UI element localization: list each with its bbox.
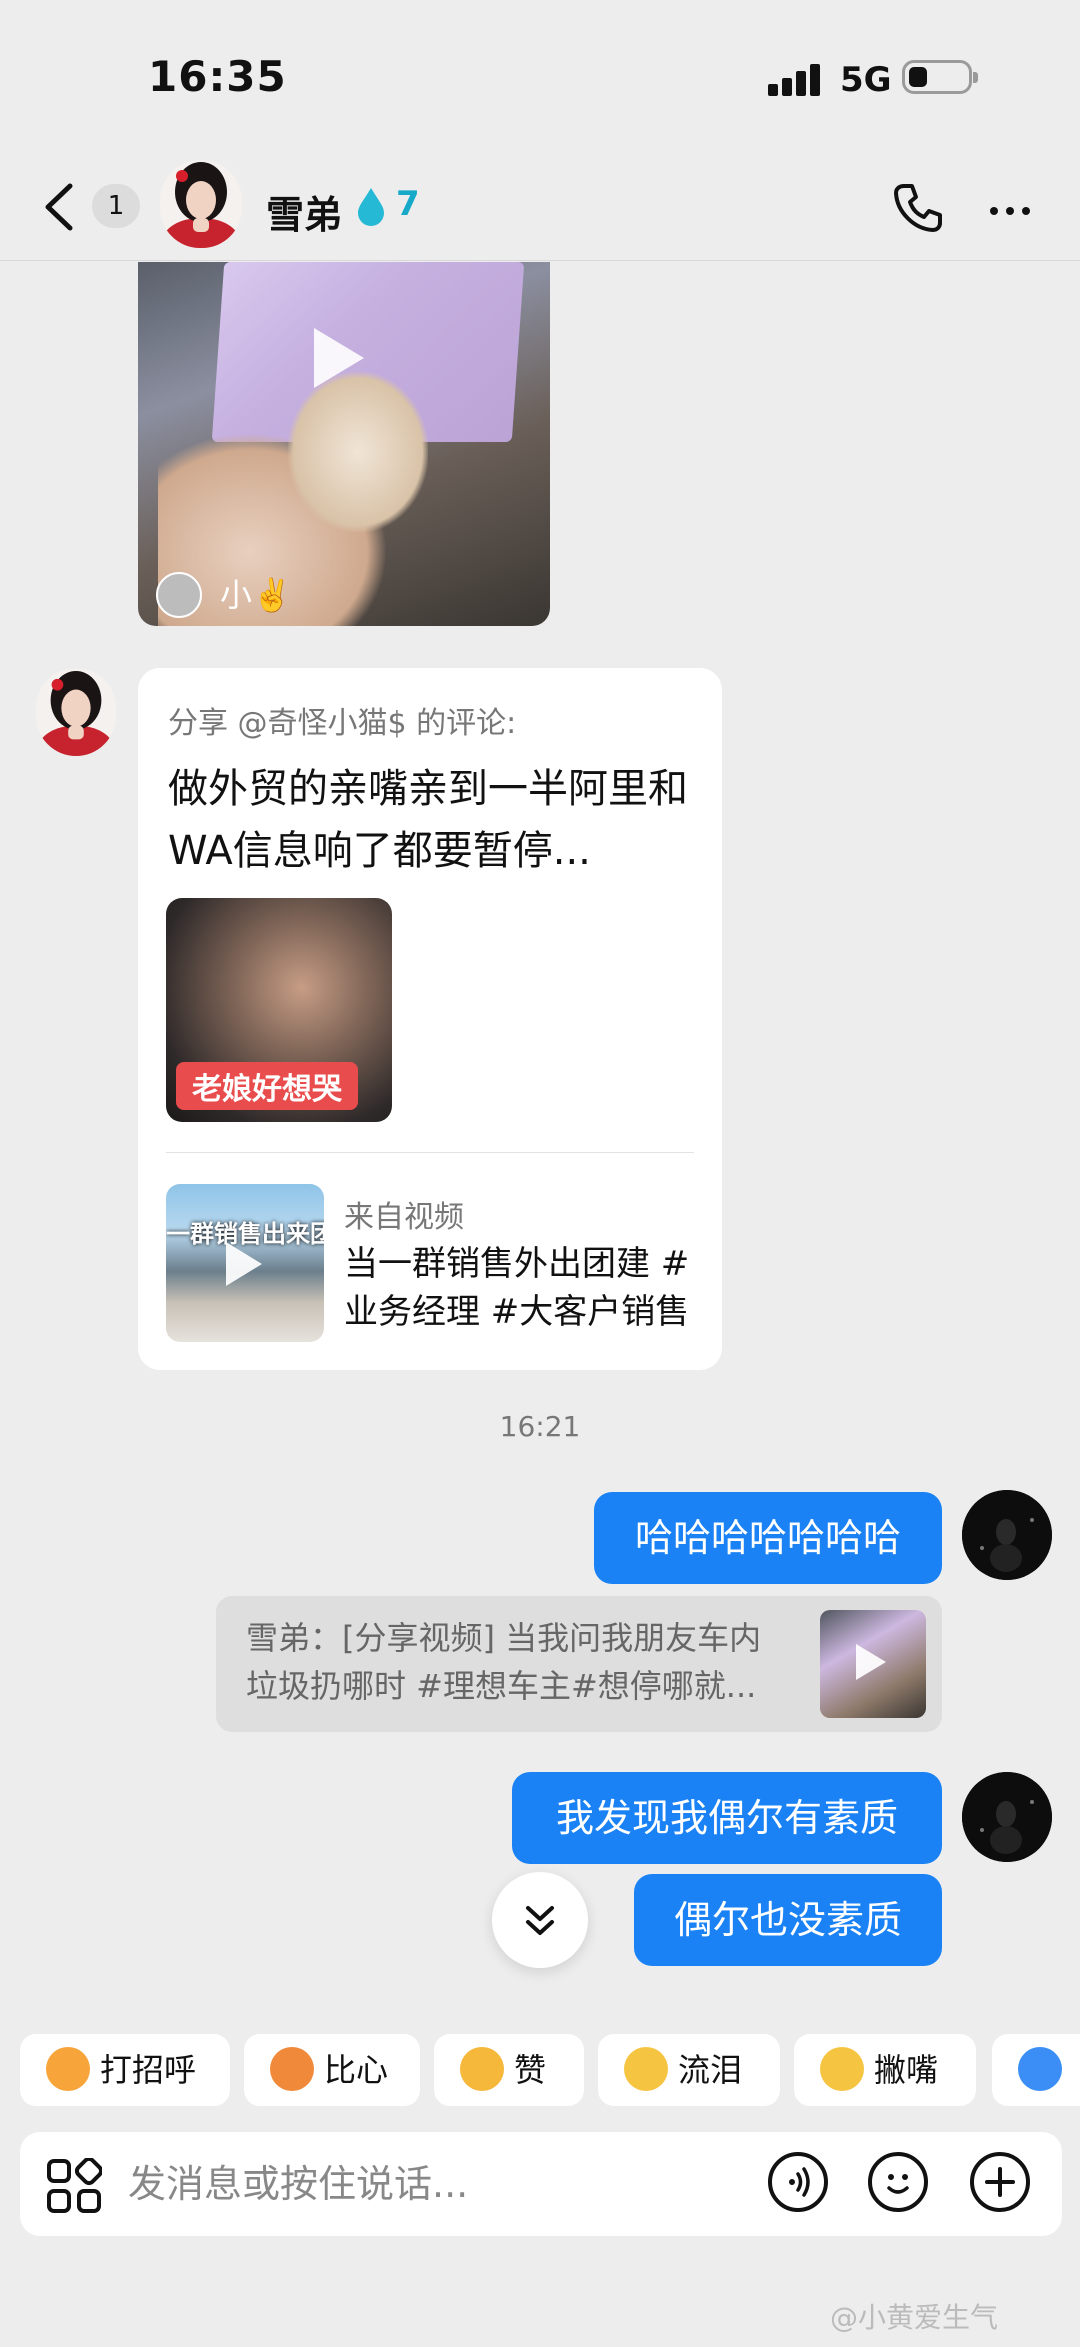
share-comment-thumbnail[interactable]: 老娘好想哭 [166,898,392,1122]
back-icon[interactable] [40,182,80,232]
quick-reply-label: 流泪 [678,2051,743,2089]
play-icon [856,1644,886,1680]
quick-reply-label: 打招呼 [100,2051,197,2089]
thumbs-up-icon [460,2047,504,2091]
watermark: @小黄爱生气 [830,2301,999,2334]
quick-reply-like[interactable]: 赞 [434,2034,584,2106]
quick-reply-cry[interactable]: 流泪 [598,2034,780,2106]
crying-face-icon [624,2047,668,2091]
quick-reply-heart[interactable]: 比心 [244,2034,420,2106]
battery-icon [902,60,978,94]
quick-reply-more[interactable] [992,2034,1080,2106]
sender-avatar[interactable] [36,668,116,756]
voice-wave-icon [789,2167,810,2197]
voice-button[interactable] [768,2152,828,2212]
heart-hand-icon [270,2047,314,2091]
phone-call-icon[interactable] [892,182,944,234]
play-icon [314,328,364,388]
source-label: 来自视频 [344,1200,464,1235]
message-input-bar: 发消息或按住说话... [20,2132,1062,2236]
plus-icon [985,2167,1015,2197]
add-button[interactable] [970,2152,1030,2212]
shared-comment-card[interactable]: 分享 @奇怪小猫$ 的评论: 做外贸的亲嘴亲到一半阿里和WA信息响了都要暂停..… [138,668,722,1370]
quick-reply-pout[interactable]: 撇嘴 [794,2034,976,2106]
quick-reply-label: 撇嘴 [874,2051,939,2089]
divider [166,1152,694,1153]
fire-streak-icon [358,188,384,226]
source-video-thumbnail[interactable]: 一群销售出来团建 [166,1184,324,1342]
quick-reply-label: 比心 [324,2051,389,2089]
quoted-message[interactable]: 雪弟：[分享视频] 当我问我朋友车内垃圾扔哪时 #理想车主#想停哪就... [216,1596,942,1732]
my-avatar[interactable] [962,1772,1052,1862]
smile-wave-icon [46,2047,90,2091]
quick-reply-label: 赞 [514,2051,547,2089]
outgoing-message[interactable]: 哈哈哈哈哈哈哈 [594,1492,942,1584]
source-video-title[interactable]: 当一群销售外出团建 #业务经理 #大客户销售 [344,1240,694,1336]
video-author-avatar [156,572,202,618]
emoji-face-icon [887,2174,909,2194]
signal-icon [768,64,824,96]
shared-video-card[interactable]: 小✌️ [138,262,550,626]
network-type: 5G [840,60,892,100]
outgoing-message[interactable]: 偶尔也没素质 [634,1874,942,1966]
status-time: 16:35 [148,52,287,101]
unread-badge: 1 [92,184,140,228]
scroll-to-bottom-button[interactable] [492,1872,588,1968]
quick-reply-greet[interactable]: 打招呼 [20,2034,230,2106]
contact-name[interactable]: 雪弟 [266,184,342,239]
more-options-icon[interactable] [990,200,1038,219]
double-chevron-down-icon [526,1906,554,1935]
more-emoji-icon [1018,2047,1062,2091]
video-author-name: 小✌️ [220,576,292,614]
fire-count: 7 [396,184,420,224]
quoted-video-thumbnail[interactable] [820,1610,926,1718]
my-avatar[interactable] [962,1490,1052,1580]
outgoing-message[interactable]: 我发现我偶尔有素质 [512,1772,942,1864]
pouting-face-icon [820,2047,864,2091]
emoji-button[interactable] [868,2152,928,2212]
message-timestamp: 16:21 [499,1410,581,1443]
quoted-text: 雪弟：[分享视频] 当我问我朋友车内垃圾扔哪时 #理想车主#想停哪就... [246,1619,762,1705]
share-source: 分享 @奇怪小猫$ 的评论: [168,706,517,741]
message-input[interactable]: 发消息或按住说话... [128,2154,468,2214]
contact-avatar[interactable] [160,160,242,248]
share-comment-text: 做外贸的亲嘴亲到一半阿里和WA信息响了都要暂停... [168,766,688,874]
play-icon [226,1242,262,1286]
video-frame-object [288,372,428,532]
thumbnail-caption: 老娘好想哭 [176,1062,358,1110]
apps-grid-icon[interactable] [46,2158,102,2214]
